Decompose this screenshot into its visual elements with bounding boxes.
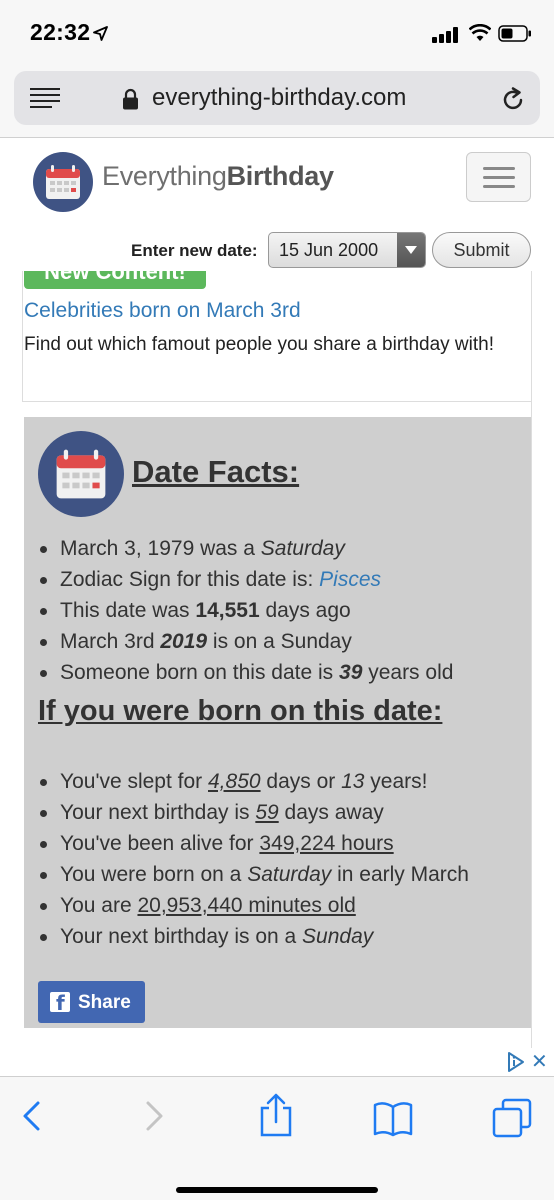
lock-icon xyxy=(123,88,138,110)
list-item: Zodiac Sign for this date is: Pisces xyxy=(38,564,453,595)
browser-address-area: everything-birthday.com xyxy=(0,66,554,138)
reload-icon[interactable] xyxy=(501,87,525,111)
list-item: You've been alive for 349,224 hours xyxy=(38,828,469,859)
born-facts-list: You've slept for 4,850 days or 13 years!… xyxy=(38,766,469,952)
status-time: 22:32 xyxy=(30,19,91,45)
date-facts-list: March 3, 1979 was a Saturday Zodiac Sign… xyxy=(38,533,453,688)
brand-bold: Birthday xyxy=(226,161,334,191)
fact-text: Someone born on this date is xyxy=(60,661,340,684)
fact-text: Your next birthday is on a xyxy=(60,925,303,948)
fact-weekday: Saturday xyxy=(260,537,345,560)
fact-text: This date was xyxy=(60,599,196,622)
facebook-share-button[interactable]: Share xyxy=(38,981,145,1023)
fact-text: You are xyxy=(60,894,138,917)
fact-value: 20,953,440 minutes old xyxy=(137,894,356,917)
date-label: Enter new date: xyxy=(131,241,258,260)
ad-strip: ✕ xyxy=(0,1048,554,1076)
fact-text: March 3, 1979 was a xyxy=(60,537,261,560)
fact-text: You've been alive for xyxy=(60,832,260,855)
list-item: You were born on a Saturday in early Mar… xyxy=(38,859,469,890)
born-on-date-title: If you were born on this date: xyxy=(38,695,443,727)
battery-icon xyxy=(498,25,531,42)
status-bar: 22:32 xyxy=(0,0,554,66)
reader-icon[interactable] xyxy=(30,88,60,108)
new-content-badge: New Content! xyxy=(24,271,206,289)
bookmarks-icon[interactable] xyxy=(372,1101,414,1137)
fact-value: 349,224 hours xyxy=(259,832,394,855)
fact-age: 39 xyxy=(339,661,363,684)
main-content: New Content! Celebrities born on March 3… xyxy=(0,271,554,1048)
fact-text: You've slept for xyxy=(60,770,208,793)
list-item: This date was 14,551 days ago xyxy=(38,595,453,626)
site-header: EverythingBirthday Enter new date: 15 Ju… xyxy=(0,139,554,271)
fact-text: days or xyxy=(260,770,342,793)
fact-days-ago: 14,551 xyxy=(195,599,260,622)
calendar-icon[interactable] xyxy=(33,152,93,212)
address-bar[interactable]: everything-birthday.com xyxy=(14,71,540,125)
browser-toolbar xyxy=(0,1076,554,1200)
fact-text: is on a Sunday xyxy=(207,630,352,653)
list-item: Your next birthday is 59 days away xyxy=(38,797,469,828)
divider xyxy=(22,401,532,402)
forward-icon[interactable] xyxy=(142,1099,166,1133)
fact-text: Zodiac Sign for this date is: xyxy=(60,568,320,591)
ad-close-button[interactable]: ✕ xyxy=(531,1049,548,1074)
date-select[interactable]: 15 Jun 2000 xyxy=(268,232,426,268)
signal-icon xyxy=(432,27,460,43)
left-border xyxy=(22,271,23,401)
list-item: You've slept for 4,850 days or 13 years! xyxy=(38,766,469,797)
fact-year: 2019 xyxy=(160,630,208,653)
list-item: March 3, 1979 was a Saturday xyxy=(38,533,453,564)
fact-value: 59 xyxy=(255,801,279,824)
chevron-down-icon xyxy=(397,233,425,267)
fact-text: days ago xyxy=(259,599,351,622)
date-select-value: 15 Jun 2000 xyxy=(279,240,379,260)
fact-text: March 3rd xyxy=(60,630,161,653)
wifi-icon xyxy=(469,24,491,41)
submit-button[interactable]: Submit xyxy=(432,232,531,268)
fact-text: in early March xyxy=(331,863,469,886)
list-item: Your next birthday is on a Sunday xyxy=(38,921,469,952)
date-facts-panel: Date Facts: March 3, 1979 was a Saturday… xyxy=(24,417,531,1028)
fact-text: days away xyxy=(278,801,384,824)
zodiac-link[interactable]: Pisces xyxy=(319,568,381,591)
share-icon[interactable] xyxy=(258,1093,294,1137)
fact-value: 13 xyxy=(341,770,365,793)
fact-text: years! xyxy=(364,770,428,793)
ad-choices-icon[interactable] xyxy=(506,1051,526,1073)
list-item: March 3rd 2019 is on a Sunday xyxy=(38,626,453,657)
fact-value: Sunday xyxy=(302,925,374,948)
right-border xyxy=(531,271,532,1048)
fact-value: 4,850 xyxy=(208,770,261,793)
date-facts-title: Date Facts: xyxy=(132,454,300,489)
calendar-icon xyxy=(38,431,124,517)
url-text: everything-birthday.com xyxy=(152,84,407,111)
site-logo-text[interactable]: EverythingBirthday xyxy=(102,161,334,192)
celebrities-description: Find out which famout people you share a… xyxy=(24,334,494,355)
list-item: You are 20,953,440 minutes old xyxy=(38,890,469,921)
fact-text: You were born on a xyxy=(60,863,248,886)
facebook-icon xyxy=(50,991,70,1015)
back-icon[interactable] xyxy=(20,1099,44,1133)
menu-button[interactable] xyxy=(466,152,531,202)
fact-value: Saturday xyxy=(247,863,332,886)
brand-light: Everything xyxy=(102,161,227,191)
home-indicator[interactable] xyxy=(176,1187,378,1193)
list-item: Someone born on this date is 39 years ol… xyxy=(38,657,453,688)
fact-text: Your next birthday is xyxy=(60,801,256,824)
share-label: Share xyxy=(78,992,131,1013)
location-arrow-icon xyxy=(93,26,108,41)
celebrities-link[interactable]: Celebrities born on March 3rd xyxy=(24,299,301,323)
tabs-icon[interactable] xyxy=(492,1098,532,1138)
fact-text: years old xyxy=(362,661,454,684)
